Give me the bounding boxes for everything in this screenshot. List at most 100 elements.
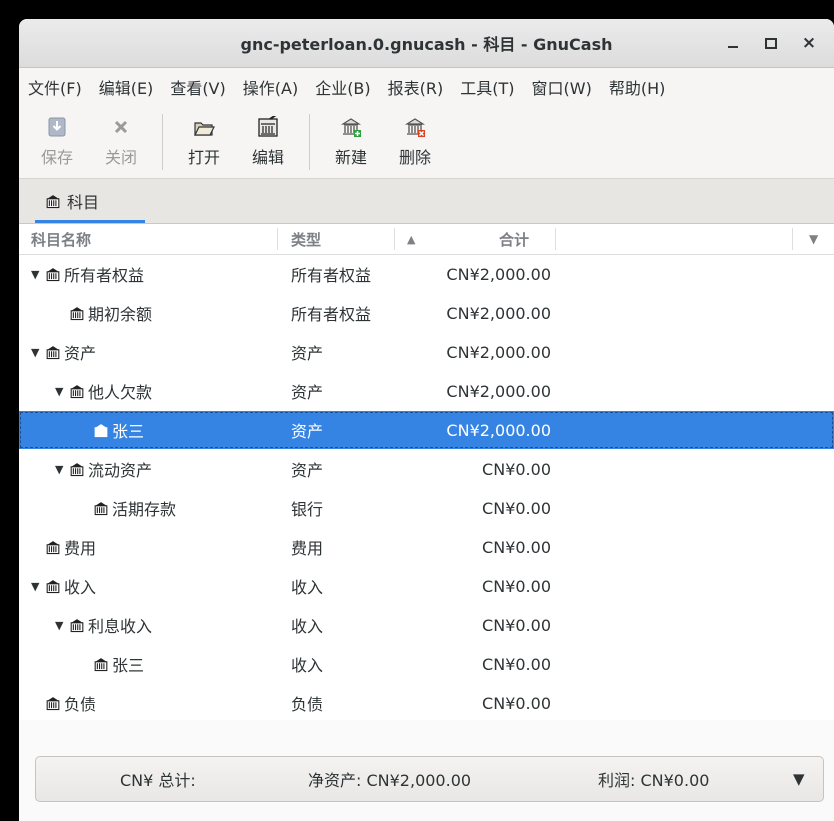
- minimize-icon: [728, 46, 738, 48]
- account-row[interactable]: 活期存款 银行 CN¥0.00: [19, 489, 834, 527]
- account-type-cell: 收入: [291, 578, 324, 597]
- account-type-cell: 资产: [291, 344, 324, 363]
- account-icon: [93, 656, 109, 672]
- column-header-total[interactable]: 合计: [499, 224, 529, 254]
- expander-triangle-icon[interactable]: ▼: [55, 619, 69, 632]
- account-type-cell: 收入: [291, 617, 324, 636]
- account-name-cell: 张三: [79, 645, 144, 683]
- close-icon: [114, 120, 128, 134]
- account-type-cell: 所有者权益: [291, 305, 372, 324]
- tree-header: 科目名称 类型 ▲ 合计 ▼: [19, 224, 834, 255]
- account-type-cell: 资产: [291, 461, 324, 480]
- account-row[interactable]: 张三 收入 CN¥0.00: [19, 645, 834, 683]
- summary-dropdown-icon[interactable]: ▼: [793, 757, 805, 801]
- account-name: 费用: [64, 539, 97, 558]
- account-row[interactable]: 期初余额 所有者权益 CN¥2,000.00: [19, 294, 834, 332]
- edit-label: 编辑: [251, 148, 284, 167]
- net-assets-value: 净资产: CN¥2,000.00: [308, 771, 472, 790]
- save-label: 保存: [40, 148, 73, 167]
- account-name: 他人欠款: [88, 383, 153, 402]
- column-chooser-icon[interactable]: ▼: [809, 224, 818, 254]
- menu-reports[interactable]: 报表(R): [388, 75, 444, 99]
- account-type-cell: 负债: [291, 695, 324, 714]
- save-button[interactable]: 保存: [28, 106, 86, 178]
- menu-edit[interactable]: 编辑(E): [99, 75, 154, 99]
- account-row[interactable]: 张三 资产 CN¥2,000.00: [19, 411, 834, 449]
- column-header-name[interactable]: 科目名称: [31, 224, 91, 254]
- expander-triangle-icon[interactable]: ▼: [31, 580, 45, 593]
- account-total-cell: CN¥0.00: [482, 693, 551, 713]
- account-name: 张三: [112, 656, 145, 675]
- account-name-cell: ▼ 资产: [31, 333, 96, 371]
- expander-triangle-icon[interactable]: ▼: [31, 346, 45, 359]
- account-row[interactable]: ▼ 收入 收入 CN¥0.00: [19, 567, 834, 605]
- open-label: 打开: [187, 148, 220, 167]
- account-icon: [45, 578, 61, 594]
- account-name: 张三: [112, 422, 145, 441]
- summary-bar: CN¥ 总计: 净资产: CN¥2,000.00 利润: CN¥0.00 ▼: [35, 756, 824, 802]
- account-row[interactable]: ▼ 流动资产 资产 CN¥0.00: [19, 450, 834, 488]
- menu-tools[interactable]: 工具(T): [460, 75, 514, 99]
- delete-account-button[interactable]: 删除: [386, 106, 444, 178]
- edit-button[interactable]: 编辑: [239, 106, 297, 178]
- account-total-cell: CN¥0.00: [482, 654, 551, 674]
- expander-triangle-icon[interactable]: ▼: [55, 463, 69, 476]
- account-type-cell: 资产: [291, 422, 324, 441]
- column-separator: [555, 228, 556, 250]
- gnucash-window: gnc-peterloan.0.gnucash - 科目 - GnuCash ×…: [19, 19, 834, 821]
- menu-business[interactable]: 企业(B): [315, 75, 370, 99]
- account-total-cell: CN¥0.00: [482, 537, 551, 557]
- account-new-icon: [340, 118, 362, 137]
- account-edit-icon: [258, 116, 278, 137]
- profit-value: 利润: CN¥0.00: [598, 771, 710, 790]
- account-total-cell: CN¥0.00: [482, 576, 551, 596]
- account-name-cell: ▼ 所有者权益: [31, 255, 144, 293]
- account-name-cell: ▼ 流动资产: [55, 450, 152, 488]
- menu-file[interactable]: 文件(F): [28, 75, 82, 99]
- account-icon: [45, 344, 61, 360]
- maximize-button[interactable]: [752, 27, 790, 59]
- account-row[interactable]: ▼ 所有者权益 所有者权益 CN¥2,000.00: [19, 255, 834, 293]
- account-row[interactable]: 负债 负债 CN¥0.00: [19, 684, 834, 722]
- account-icon: [69, 305, 85, 321]
- tab-accounts[interactable]: 科目: [35, 179, 145, 223]
- menu-help[interactable]: 帮助(H): [609, 75, 666, 99]
- menu-actions[interactable]: 操作(A): [243, 75, 298, 99]
- open-button[interactable]: 打开: [175, 106, 233, 178]
- folder-open-icon: [194, 122, 215, 136]
- close-button[interactable]: 关闭: [92, 106, 150, 178]
- account-row[interactable]: ▼ 他人欠款 资产 CN¥2,000.00: [19, 372, 834, 410]
- column-separator: [394, 228, 395, 250]
- account-icon: [93, 500, 109, 516]
- window-title: gnc-peterloan.0.gnucash - 科目 - GnuCash: [240, 35, 613, 54]
- account-icon: [46, 195, 60, 209]
- account-name: 期初余额: [88, 305, 153, 324]
- column-header-type[interactable]: 类型: [291, 224, 321, 254]
- account-row[interactable]: ▼ 利息收入 收入 CN¥0.00: [19, 606, 834, 644]
- expander-triangle-icon[interactable]: ▼: [55, 385, 69, 398]
- new-account-button[interactable]: 新建: [322, 106, 380, 178]
- tab-accounts-label: 科目: [67, 193, 100, 212]
- menu-windows[interactable]: 窗口(W): [532, 75, 592, 99]
- close-window-button[interactable]: ×: [790, 27, 828, 59]
- menu-view[interactable]: 查看(V): [170, 75, 225, 99]
- account-name-cell: ▼ 他人欠款: [55, 372, 152, 410]
- account-icon: [69, 617, 85, 633]
- account-total-cell: CN¥2,000.00: [446, 342, 551, 362]
- account-total-cell: CN¥0.00: [482, 615, 551, 635]
- account-row[interactable]: 费用 费用 CN¥0.00: [19, 528, 834, 566]
- account-name: 所有者权益: [64, 266, 145, 285]
- account-row[interactable]: ▼ 资产 资产 CN¥2,000.00: [19, 333, 834, 371]
- title-bar[interactable]: gnc-peterloan.0.gnucash - 科目 - GnuCash ×: [19, 19, 834, 68]
- expander-triangle-icon[interactable]: ▼: [31, 268, 45, 281]
- account-total-cell: CN¥0.00: [482, 498, 551, 518]
- account-type-cell: 费用: [291, 539, 324, 558]
- delete-label: 删除: [398, 148, 431, 167]
- account-icon: [69, 383, 85, 399]
- toolbar-separator: [309, 114, 310, 170]
- new-label: 新建: [334, 148, 367, 167]
- minimize-button[interactable]: [714, 27, 752, 59]
- account-name: 资产: [64, 344, 97, 363]
- toolbar-separator: [162, 114, 163, 170]
- toolbar: 保存 关闭 打开 编辑 新建 删除: [19, 106, 834, 179]
